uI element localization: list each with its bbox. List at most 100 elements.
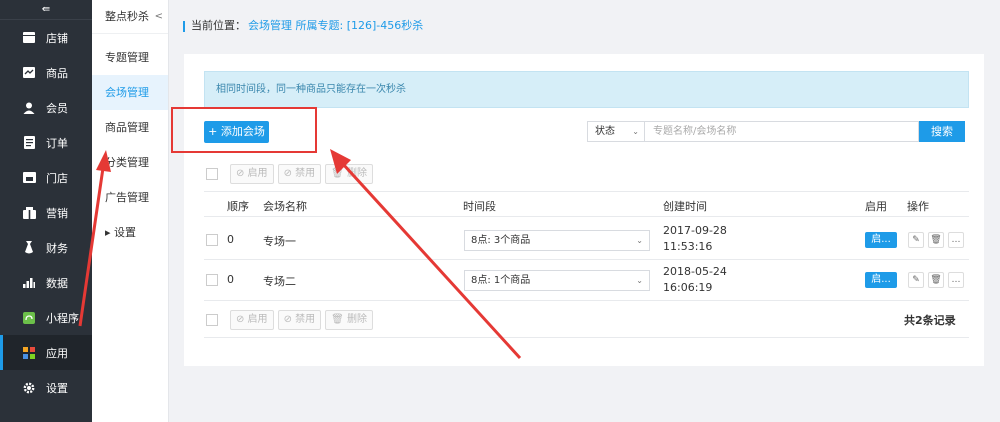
enable-toggle[interactable]: 启... <box>865 232 897 248</box>
more-icon[interactable]: … <box>948 232 964 248</box>
search-button[interactable]: 搜索 <box>919 121 965 142</box>
bulk-enable-button[interactable]: ⊘ 启用 <box>230 164 274 184</box>
chevron-down-icon: ⌄ <box>636 236 643 245</box>
divider <box>204 259 969 260</box>
chevron-down-icon: ⌄ <box>636 276 643 285</box>
goods-icon <box>22 66 36 80</box>
period-select-value: 8点: 3个商品 <box>471 235 531 246</box>
divider <box>204 191 969 192</box>
bulk-enable-button[interactable]: ⊘ 启用 <box>230 310 274 330</box>
sidebar-item-marketing[interactable]: 营销 <box>0 195 92 230</box>
sidebar-item-member[interactable]: 会员 <box>0 90 92 125</box>
row-checkbox[interactable] <box>206 234 218 246</box>
member-icon <box>22 101 36 115</box>
sidebar-item-label: 会员 <box>46 101 68 115</box>
notice-banner: 相同时间段，同一种商品只能存在一次秒杀 <box>204 71 969 108</box>
sidebar-item-shop[interactable]: 店铺 <box>0 20 92 55</box>
app-icon <box>22 346 36 360</box>
select-all-checkbox[interactable] <box>206 168 218 180</box>
enable-toggle[interactable]: 启... <box>865 272 897 288</box>
bulk-delete-button[interactable]: 🗑 删除 <box>325 164 373 184</box>
period-select[interactable]: 8点: 3个商品 ⌄ <box>464 230 650 251</box>
bulk-delete-button[interactable]: 🗑 删除 <box>325 310 373 330</box>
collapse-subnav-icon[interactable]: < <box>155 0 163 34</box>
bulk-disable-button[interactable]: ⊘ 禁用 <box>277 310 322 330</box>
header-enabled: 启用 <box>865 200 887 213</box>
miniprogram-icon <box>22 311 36 325</box>
order-icon <box>22 136 36 150</box>
sidebar-item-label: 门店 <box>46 171 68 185</box>
status-select-value: 状态 <box>595 126 615 137</box>
sidebar-item-finance[interactable]: 财务 <box>0 230 92 265</box>
subnav-item-settings[interactable]: ▸ 设置 <box>92 215 168 250</box>
more-icon[interactable]: … <box>948 272 964 288</box>
store-icon <box>22 171 36 185</box>
breadcrumb-marker <box>183 20 185 32</box>
main-content: 当前位置： 会场管理 所属专题: [126]-456秒杀 相同时间段，同一种商品… <box>169 0 1000 422</box>
subnav-item-venues[interactable]: 会场管理 <box>92 75 168 110</box>
collapse-sidebar-button[interactable]: ⇚ <box>0 0 92 20</box>
sidebar-item-label: 小程序 <box>46 311 79 325</box>
row-checkbox[interactable] <box>206 274 218 286</box>
total-records: 共2条记录 <box>904 314 956 327</box>
subnav-title-text: 整点秒杀 <box>105 10 149 23</box>
chevron-down-icon: ⌄ <box>632 127 639 136</box>
divider <box>204 216 969 217</box>
select-all-checkbox[interactable] <box>206 314 218 326</box>
divider <box>204 337 969 338</box>
bulk-actions-bottom: ⊘ 启用 ⊘ 禁用 🗑 删除 <box>206 309 373 331</box>
settings-icon <box>22 381 36 395</box>
sidebar: ⇚ 店铺 商品 会员 订单 门店 营销 财务 数据 小程序 应用 设置 <box>0 0 92 422</box>
sidebar-item-data[interactable]: 数据 <box>0 265 92 300</box>
row-created-date: 2018-05-24 <box>663 265 727 278</box>
marketing-icon <box>22 206 36 220</box>
breadcrumb-prefix: 当前位置： <box>191 19 246 32</box>
bulk-actions-top: ⊘ 启用 ⊘ 禁用 🗑 删除 <box>206 163 373 185</box>
annotation-highlight-box <box>171 107 317 153</box>
sidebar-item-store[interactable]: 门店 <box>0 160 92 195</box>
sidebar-item-label: 财务 <box>46 241 68 255</box>
row-created-time: 11:53:16 <box>663 240 713 253</box>
header-name: 会场名称 <box>263 200 307 213</box>
sidebar-item-label: 数据 <box>46 276 68 290</box>
header-period: 时间段 <box>463 200 496 213</box>
row-name: 专场二 <box>263 275 296 288</box>
sidebar-item-order[interactable]: 订单 <box>0 125 92 160</box>
period-select-value: 8点: 1个商品 <box>471 275 531 286</box>
sub-navigation: 整点秒杀 < 专题管理 会场管理 商品管理 分类管理 广告管理 ▸ 设置 <box>92 0 169 422</box>
sidebar-item-label: 店铺 <box>46 31 68 45</box>
edit-icon[interactable]: ✎ <box>908 232 924 248</box>
edit-icon[interactable]: ✎ <box>908 272 924 288</box>
delete-icon[interactable]: 🗑 <box>928 272 944 288</box>
subnav-item-topics[interactable]: 专题管理 <box>92 40 168 75</box>
sidebar-item-label: 商品 <box>46 66 68 80</box>
row-created-date: 2017-09-28 <box>663 224 727 237</box>
bulk-disable-button[interactable]: ⊘ 禁用 <box>277 164 322 184</box>
header-actions: 操作 <box>907 200 929 213</box>
sidebar-item-label: 订单 <box>46 136 68 150</box>
shop-icon <box>22 31 36 45</box>
breadcrumb: 当前位置： 会场管理 所属专题: [126]-456秒杀 <box>169 16 1000 36</box>
divider <box>204 300 969 301</box>
subnav-item-ads[interactable]: 广告管理 <box>92 180 168 215</box>
period-select[interactable]: 8点: 1个商品 ⌄ <box>464 270 650 291</box>
row-name: 专场一 <box>263 235 296 248</box>
sidebar-item-settings[interactable]: 设置 <box>0 370 92 405</box>
content-panel: 相同时间段，同一种商品只能存在一次秒杀 + 添加会场 状态 ⌄ 专题名称/会场名… <box>184 54 984 366</box>
subnav-title: 整点秒杀 < <box>92 0 168 34</box>
sidebar-item-goods[interactable]: 商品 <box>0 55 92 90</box>
row-order: 0 <box>227 233 234 246</box>
sidebar-item-miniprogram[interactable]: 小程序 <box>0 300 92 335</box>
delete-icon[interactable]: 🗑 <box>928 232 944 248</box>
data-icon <box>22 276 36 290</box>
header-created: 创建时间 <box>663 200 707 213</box>
subnav-item-goods[interactable]: 商品管理 <box>92 110 168 145</box>
sidebar-item-app[interactable]: 应用 <box>0 335 92 370</box>
search-input[interactable]: 专题名称/会场名称 <box>645 121 919 142</box>
status-select[interactable]: 状态 ⌄ <box>587 121 645 142</box>
breadcrumb-link[interactable]: 会场管理 所属专题: [126]-456秒杀 <box>248 11 423 41</box>
finance-icon <box>22 241 36 255</box>
subnav-item-categories[interactable]: 分类管理 <box>92 145 168 180</box>
header-order: 顺序 <box>227 200 249 213</box>
sidebar-item-label: 营销 <box>46 206 68 220</box>
